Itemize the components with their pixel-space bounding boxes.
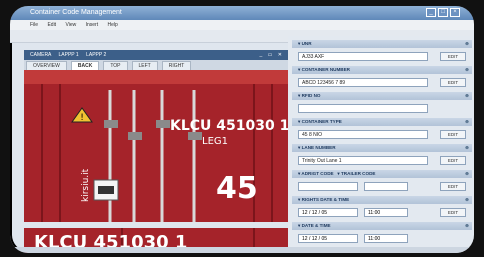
field-codes: ▾ ADRIGT CODE ▾ TRAILER CODE ⊕ EDIT	[292, 170, 472, 196]
details-panel: ▾ UNR ⊕ AJ33 AXF EDIT ▾ CONTAINER NUMBER ⊕…	[288, 36, 474, 253]
field-label-2: TRAILER CODE	[341, 171, 376, 176]
field-header: ▾ CONTAINER NUMBER ⊕	[292, 66, 472, 74]
field-label: CONTAINER TYPE	[301, 119, 342, 124]
status-bar	[10, 247, 474, 253]
menu-help[interactable]: Help	[108, 22, 118, 28]
field-header: ▾ CONTAINER TYPE ⊕	[292, 118, 472, 126]
field-rights-date: ▾ RIGHTS DATE & TIME ⊕ 12 / 12 / 05 11:00…	[292, 196, 472, 222]
rfid-input[interactable]	[298, 104, 428, 113]
tab-right[interactable]: RIGHT	[161, 61, 192, 70]
container-number-input[interactable]: ABCD 123456 7 89	[298, 78, 428, 87]
edit-button[interactable]: EDIT	[440, 78, 466, 87]
expand-icon[interactable]: ⊕	[465, 118, 469, 126]
tab-back[interactable]: BACK	[70, 61, 100, 70]
tab-left[interactable]: LEFT	[131, 61, 158, 70]
rights-date-input[interactable]: 12 / 12 / 05	[298, 208, 358, 217]
edit-button[interactable]: EDIT	[440, 130, 466, 139]
camera-tabs: CAMERA LAPPP 1 LAPPP 2 _ ▭ ✕	[24, 50, 288, 60]
field-label: LANE NUMBER	[301, 145, 336, 150]
title-bar: Container Code Management _ □ ×	[10, 6, 474, 20]
field-header: ▾ UNR ⊕	[292, 40, 472, 48]
expand-icon[interactable]: ⊕	[465, 144, 469, 152]
container-photo: ! KLCU 451030 1 LEG1 45 kirsiu.it	[24, 70, 288, 222]
tab-top[interactable]: TOP	[103, 61, 128, 70]
rights-time-input[interactable]: 11:00	[364, 208, 408, 217]
container-image: ! KLCU 451030 1 LEG1 45 kirsiu.it	[24, 70, 288, 222]
field-label: ADRIGT CODE	[301, 171, 334, 176]
panel-controls[interactable]: _ ▭ ✕	[260, 50, 284, 60]
field-label: DATE & TIME	[301, 223, 331, 228]
menu-view[interactable]: View	[65, 22, 76, 28]
tab-lappp-1[interactable]: LAPPP 1	[59, 52, 79, 58]
field-header: ▾ DATE & TIME ⊕	[292, 222, 472, 230]
tab-overview[interactable]: OVERVIEW	[26, 61, 67, 70]
expand-icon[interactable]: ⊕	[465, 196, 469, 204]
edit-button[interactable]: EDIT	[440, 156, 466, 165]
camera-panel: CAMERA LAPPP 1 LAPPP 2 _ ▭ ✕ OVERVIEW BA…	[24, 50, 288, 253]
window-title: Container Code Management	[30, 9, 122, 16]
field-container-number: ▾ CONTAINER NUMBER ⊕ ABCD 123456 7 89 EDI…	[292, 66, 472, 92]
field-header: ▾ ADRIGT CODE ▾ TRAILER CODE ⊕	[292, 170, 472, 178]
expand-icon[interactable]: ⊕	[465, 66, 469, 74]
field-label: RIGHTS DATE & TIME	[301, 197, 350, 202]
menu-file[interactable]: File	[30, 22, 38, 28]
expand-icon[interactable]: ⊕	[465, 170, 469, 178]
container-type-input[interactable]: 45 8 NIO	[298, 130, 428, 139]
field-header: ▾ RFID NO ⊕	[292, 92, 472, 100]
menu-bar: File Edit View Insert Help	[10, 20, 474, 30]
svg-text:!: !	[80, 113, 84, 123]
photo-side-text: kirsiu.it	[81, 168, 91, 202]
field-lane-number: ▾ LANE NUMBER ⊕ Trinity Out Lane 1 EDIT	[292, 144, 472, 170]
field-rfid: ▾ RFID NO ⊕	[292, 92, 472, 118]
edit-button[interactable]: EDIT	[440, 52, 466, 61]
lane-number-input[interactable]: Trinity Out Lane 1	[298, 156, 428, 165]
app-window: Container Code Management _ □ × File Edi…	[10, 6, 474, 253]
time-input[interactable]: 11:00	[364, 234, 408, 243]
minimize-button[interactable]: _	[426, 8, 436, 17]
photo-big-number: 45	[216, 171, 258, 206]
field-label: UNR	[301, 41, 312, 46]
tab-camera[interactable]: CAMERA	[30, 52, 51, 58]
edit-button[interactable]: EDIT	[440, 208, 466, 217]
field-date-time: ▾ DATE & TIME ⊕ 12 / 12 / 05 11:00	[292, 222, 472, 248]
date-input[interactable]: 12 / 12 / 05	[298, 234, 358, 243]
unr-input[interactable]: AJ33 AXF	[298, 52, 428, 61]
field-container-type: ▾ CONTAINER TYPE ⊕ 45 8 NIO EDIT	[292, 118, 472, 144]
edit-button[interactable]: EDIT	[440, 182, 466, 191]
photo-code-top: KLCU 451030 1	[170, 118, 288, 134]
expand-icon[interactable]: ⊕	[465, 222, 469, 230]
trailer-code-input[interactable]	[364, 182, 408, 191]
maximize-button[interactable]: □	[438, 8, 448, 17]
field-header: ▾ LANE NUMBER ⊕	[292, 144, 472, 152]
view-tabs: OVERVIEW BACK TOP LEFT RIGHT	[24, 60, 288, 70]
expand-icon[interactable]: ⊕	[465, 92, 469, 100]
close-button[interactable]: ×	[450, 8, 460, 17]
expand-icon[interactable]: ⊕	[465, 40, 469, 48]
field-label: CONTAINER NUMBER	[301, 67, 350, 72]
field-header: ▾ RIGHTS DATE & TIME ⊕	[292, 196, 472, 204]
menu-insert[interactable]: Insert	[86, 22, 99, 28]
window-controls: _ □ ×	[426, 8, 460, 17]
field-unr: ▾ UNR ⊕ AJ33 AXF EDIT	[292, 40, 472, 66]
adrigt-code-input[interactable]	[298, 182, 358, 191]
tab-lappp-2[interactable]: LAPPP 2	[86, 52, 106, 58]
menu-edit[interactable]: Edit	[47, 22, 56, 28]
field-label: RFID NO	[301, 93, 321, 98]
photo-sub-code: LEG1	[202, 136, 228, 147]
